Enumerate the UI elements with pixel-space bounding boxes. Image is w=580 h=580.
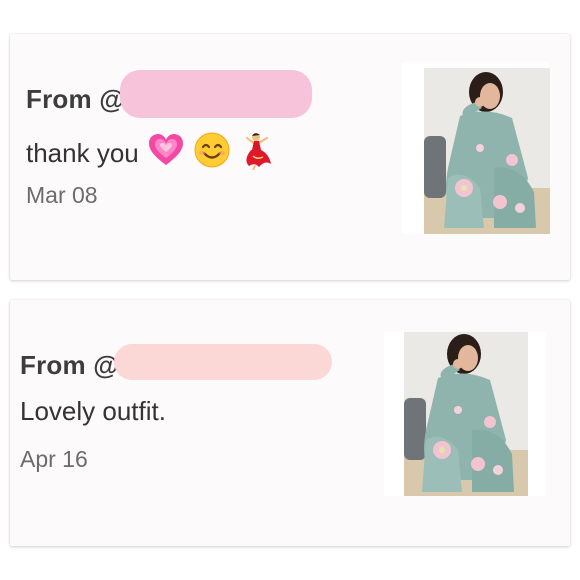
smiling-face-icon [193,131,231,176]
message-card[interactable]: From @ thank you Mar 08 [10,34,570,280]
message-date: Apr 16 [20,446,88,472]
product-thumbnail[interactable] [402,62,550,234]
outfit-photo [424,68,550,234]
product-thumbnail[interactable] [384,332,546,496]
flamenco-dancer-icon [239,130,275,177]
outfit-photo [404,332,528,496]
redacted-username [120,70,312,118]
sender-label: From @ [20,350,119,380]
message-body: thank you [26,138,139,168]
sender-label: From @ [26,84,125,114]
message-text: Lovely outfit. [20,396,166,427]
message-body: Lovely outfit. [20,396,166,426]
redacted-username [114,344,332,380]
message-card[interactable]: From @ Lovely outfit. Apr 16 [10,300,570,546]
pink-heart-icon [147,132,185,175]
message-date: Mar 08 [26,182,98,208]
message-text: thank you [26,130,275,177]
